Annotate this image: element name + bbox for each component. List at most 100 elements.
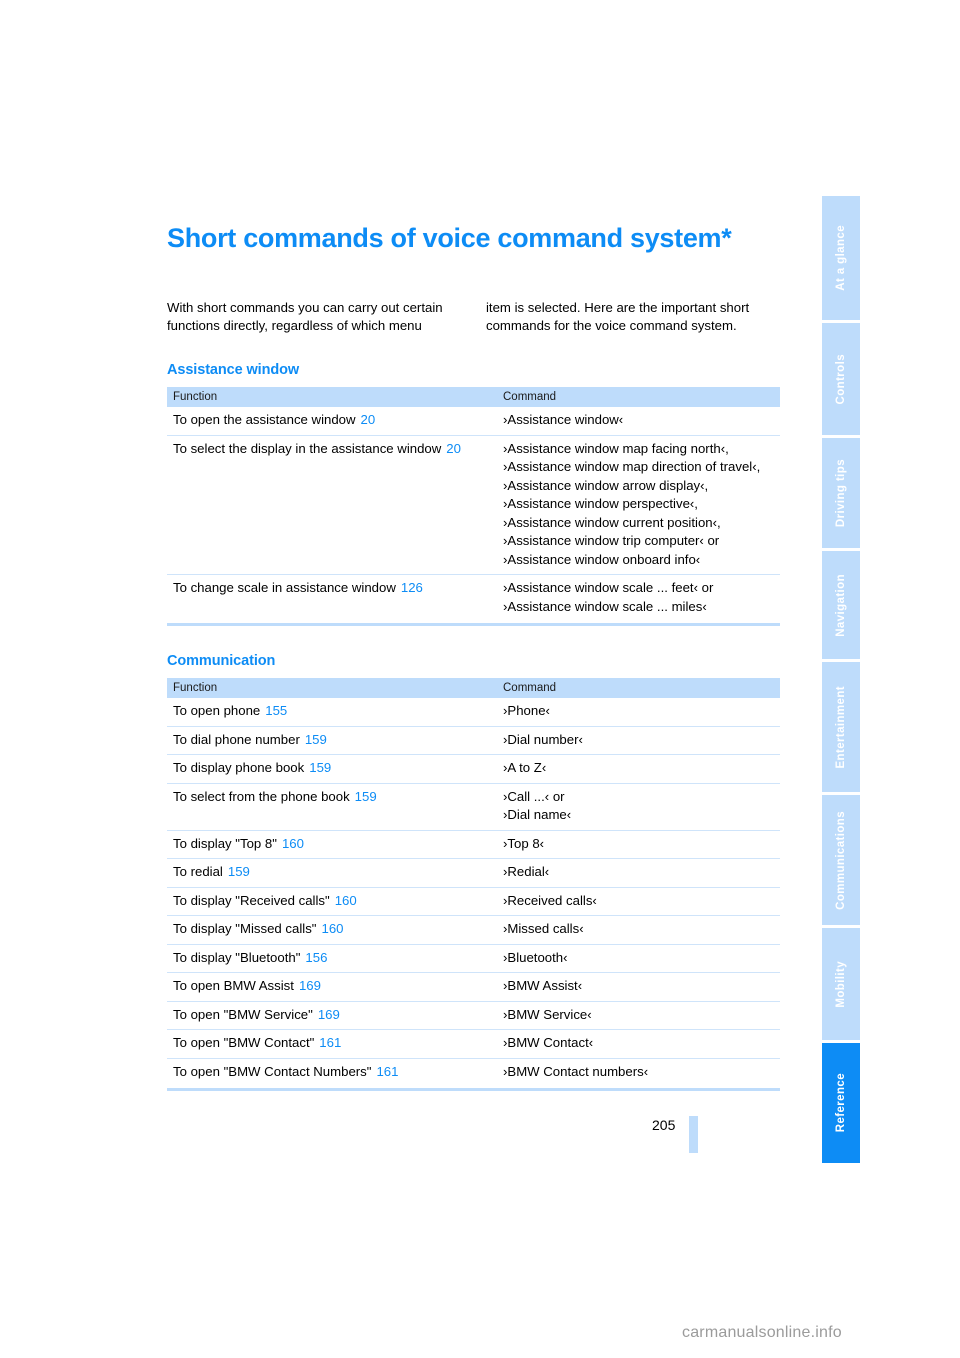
page-reference-link[interactable]: 159 <box>300 732 327 747</box>
table-row: To select the display in the assistance … <box>167 435 780 575</box>
page-reference-link[interactable]: 126 <box>396 580 423 595</box>
sidebar-tab-mobility[interactable]: Mobility <box>822 928 860 1040</box>
sidebar-tab-label: Entertainment <box>835 685 847 769</box>
sidebar-tab-driving-tips[interactable]: Driving tips <box>822 438 860 548</box>
command-phrase: ›Assistance window perspective‹, <box>503 496 698 511</box>
table-header-row: Function Command <box>167 387 780 407</box>
sidebar-tab-communications[interactable]: Communications <box>822 795 860 925</box>
command-cell: ›BMW Service‹ <box>497 1001 780 1030</box>
sidebar-tab-reference[interactable]: Reference <box>822 1043 860 1163</box>
table-row: To redial 159 ›Redial‹ <box>167 858 780 888</box>
command-cell: ›BMW Assist‹ <box>497 972 780 1002</box>
command-phrase: ›BMW Assist‹ <box>503 978 583 993</box>
function-cell: To select the display in the assistance … <box>167 435 497 575</box>
function-cell: To open "BMW Contact Numbers" 161 <box>167 1058 497 1086</box>
sidebar-tab-navigation[interactable]: Navigation <box>822 551 860 659</box>
function-cell: To display "Top 8" 160 <box>167 830 497 859</box>
column-header-command: Command <box>497 387 780 407</box>
section-tab-rail: At a glance Controls Driving tips Navigatio… <box>822 196 860 1166</box>
command-cell: ›Call ...‹ or ›Dial name‹ <box>497 783 780 831</box>
table-row: To open "BMW Contact" 161 ›BMW Contact‹ <box>167 1029 780 1059</box>
function-label: To display "Received calls" <box>173 892 330 908</box>
table-row: To display "Received calls" 160 ›Received … <box>167 887 780 916</box>
page-reference-link[interactable]: 156 <box>300 950 327 965</box>
sidebar-tab-label: Communications <box>835 810 847 910</box>
command-cell: ›BMW Contact numbers‹ <box>497 1058 780 1086</box>
command-cell: ›Redial‹ <box>497 858 780 888</box>
command-phrase: ›Phone‹ <box>503 703 550 718</box>
function-cell: To display phone book 159 <box>167 754 497 784</box>
sidebar-tab-at-a-glance[interactable]: At a glance <box>822 196 860 320</box>
function-label: To open BMW Assist <box>173 978 294 993</box>
command-phrase: ›Missed calls‹ <box>503 921 584 936</box>
page-content: Short commands of voice command system* … <box>167 222 780 1091</box>
document-page: Short commands of voice command system* … <box>0 0 960 1358</box>
command-cell: ›Assistance window‹ <box>497 407 780 436</box>
function-cell: To select from the phone book 159 <box>167 783 497 831</box>
sidebar-tab-entertainment[interactable]: Entertainment <box>822 662 860 792</box>
table-row: To open BMW Assist 169 ›BMW Assist‹ <box>167 972 780 1002</box>
table-end-rule <box>167 1088 780 1091</box>
command-cell: ›Phone‹ <box>497 698 780 727</box>
table-row: To display "Bluetooth" 156 ›Bluetooth‹ <box>167 944 780 973</box>
function-label: To display "Missed calls" <box>173 921 317 936</box>
command-phrase: ›Assistance window scale ... miles‹ <box>503 598 707 614</box>
function-label: To redial <box>173 864 223 879</box>
page-reference-link[interactable]: 20 <box>356 412 376 427</box>
function-label: To open "BMW Service" <box>173 1006 313 1022</box>
command-phrase: ›Call ...‹ or <box>503 788 565 804</box>
commands-table: Function Command To open the assistance wi… <box>167 387 780 621</box>
command-phrase: ›BMW Contact‹ <box>503 1035 594 1050</box>
table-row: To display phone book 159 ›A to Z‹ <box>167 754 780 784</box>
command-phrase: ›Assistance window trip computer‹ or <box>503 533 720 548</box>
sidebar-tab-controls[interactable]: Controls <box>822 323 860 435</box>
page-reference-link[interactable]: 160 <box>316 921 343 936</box>
command-cell: ›Bluetooth‹ <box>497 944 780 973</box>
command-cell: ›Assistance window scale ... feet‹ or ›As… <box>497 575 780 622</box>
function-cell: To display "Missed calls" 160 <box>167 915 497 945</box>
sections-container: Assistance window Function Command To open … <box>167 362 780 1091</box>
sidebar-tab-label: Mobility <box>835 960 847 1008</box>
function-cell: To open the assistance window 20 <box>167 407 497 436</box>
page-reference-link[interactable]: 159 <box>223 864 250 879</box>
sidebar-tab-label: At a glance <box>835 225 847 291</box>
function-label: To open "BMW Contact Numbers" <box>173 1063 372 1079</box>
command-phrase: ›Assistance window scale ... feet‹ or <box>503 580 714 595</box>
commands-table: Function Command To open phone 155 ›Phone‹ To… <box>167 678 780 1086</box>
page-marker-bar <box>689 1116 699 1153</box>
page-reference-link[interactable]: 161 <box>371 1064 398 1079</box>
page-reference-link[interactable]: 155 <box>260 703 287 718</box>
page-reference-link[interactable]: 159 <box>304 760 331 775</box>
column-header-command: Command <box>497 678 780 698</box>
command-phrase: ›BMW Contact numbers‹ <box>503 1063 649 1079</box>
command-cell: ›Top 8‹ <box>497 830 780 859</box>
command-phrase: ›Redial‹ <box>503 864 550 879</box>
page-reference-link[interactable]: 159 <box>350 789 377 804</box>
function-label: To display "Bluetooth" <box>173 949 301 965</box>
page-reference-link[interactable]: 160 <box>277 836 304 851</box>
function-label: To open the assistance window <box>173 412 356 427</box>
page-reference-link[interactable]: 161 <box>314 1035 341 1050</box>
page-number-block: 205 <box>652 1116 699 1153</box>
function-label: To open phone <box>173 703 261 718</box>
page-reference-link[interactable]: 20 <box>441 441 461 456</box>
function-label: To select from the phone book <box>173 788 350 804</box>
table-row: To change scale in assistance window 126 ›… <box>167 575 780 622</box>
function-cell: To display "Bluetooth" 156 <box>167 944 497 973</box>
function-cell: To open BMW Assist 169 <box>167 972 497 1002</box>
page-reference-link[interactable]: 169 <box>294 978 321 993</box>
command-phrase: ›Received calls‹ <box>503 892 597 908</box>
sidebar-tab-label: Driving tips <box>835 458 847 528</box>
table-row: To open phone 155 ›Phone‹ <box>167 698 780 727</box>
page-reference-link[interactable]: 169 <box>313 1007 340 1022</box>
command-cell: ›Received calls‹ <box>497 887 780 916</box>
sidebar-tab-label: Reference <box>835 1073 847 1133</box>
table-row: To display "Missed calls" 160 ›Missed call… <box>167 915 780 945</box>
command-cell: ›Dial number‹ <box>497 726 780 755</box>
function-label: To dial phone number <box>173 731 300 747</box>
sidebar-tab-label: Navigation <box>835 573 847 637</box>
section-heading: Assistance window <box>167 362 300 378</box>
column-header-function: Function <box>167 678 497 698</box>
intro-paragraphs: With short commands you can carry out ce… <box>167 299 780 335</box>
page-reference-link[interactable]: 160 <box>330 893 357 908</box>
